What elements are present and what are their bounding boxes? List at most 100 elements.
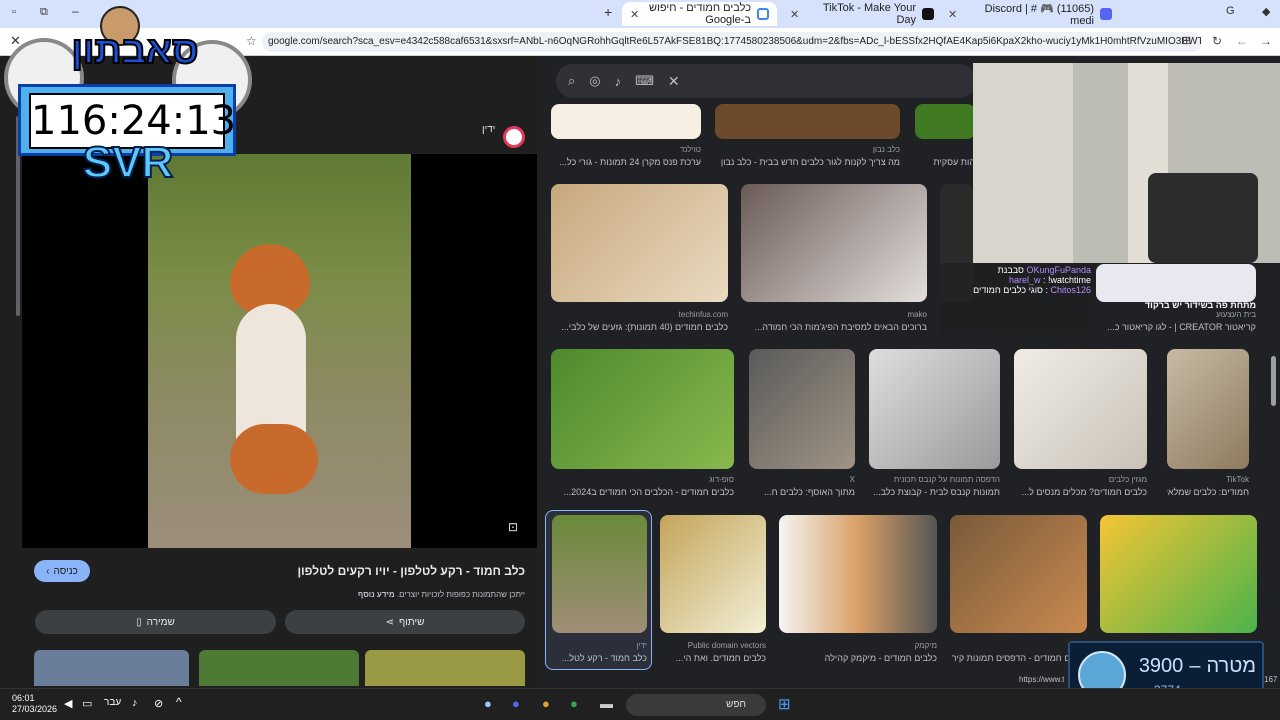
result-source[interactable]: טוילנד xyxy=(551,145,701,154)
clear-icon[interactable]: ✕ xyxy=(668,73,680,90)
result-source[interactable]: TikTok xyxy=(1167,475,1249,484)
steam-icon[interactable]: ● xyxy=(484,696,492,711)
goal-label: מטרה xyxy=(1206,655,1256,677)
windows-start-icon[interactable]: ⊞ xyxy=(778,695,791,713)
copyright-notice: ייתכן שהתמונות כפופות לזכויות יוצרים. מי… xyxy=(200,590,525,599)
result-thumb[interactable] xyxy=(741,184,927,302)
result-thumb[interactable] xyxy=(715,104,900,139)
result-thumb[interactable] xyxy=(1014,349,1147,469)
result-source[interactable]: Public domain vectors xyxy=(660,641,766,650)
result-caption[interactable]: כלבים חמודים (40 תמונות): גזעים של כלבי.… xyxy=(551,322,728,332)
visit-button[interactable]: ‹ כניסה xyxy=(34,560,90,582)
result-source[interactable]: סופ-דוג xyxy=(551,475,734,484)
translate-icon[interactable]: ⊞ xyxy=(1182,34,1191,47)
result-source[interactable]: X xyxy=(749,475,855,484)
close-tab-icon[interactable]: ✕ xyxy=(790,8,799,21)
result-caption[interactable]: כלב חמוד - רקע לטל... xyxy=(552,653,647,663)
result-source[interactable]: mako xyxy=(741,310,927,319)
result-caption[interactable]: קריאטור CREATOR | - לגו קריאטור כ... xyxy=(1096,322,1256,332)
preview-site-name[interactable]: ידין xyxy=(482,124,495,135)
result-thumb[interactable] xyxy=(551,104,701,139)
share-button[interactable]: ⋖ שיתוף xyxy=(285,610,525,634)
bookmark-icon: ▯ xyxy=(136,616,142,628)
result-thumb[interactable] xyxy=(660,515,766,633)
mic-tray-icon[interactable]: ♪ xyxy=(132,697,138,709)
result-thumb[interactable] xyxy=(950,515,1087,633)
site-logo-icon[interactable] xyxy=(503,126,525,148)
mic-icon[interactable]: ♪ xyxy=(615,74,622,89)
result-thumb[interactable] xyxy=(552,515,647,633)
result-caption[interactable]: ערכת פנס מקרן 24 תמונות - גורי כל... xyxy=(551,157,701,167)
language-indicator[interactable]: עבר xyxy=(104,697,121,708)
network-icon[interactable]: ▭ xyxy=(82,697,92,710)
related-image[interactable] xyxy=(365,650,525,686)
discord-icon[interactable]: ● xyxy=(512,696,520,711)
result-thumb[interactable] xyxy=(749,349,855,469)
g-icon[interactable]: G xyxy=(1226,5,1235,17)
scrollbar[interactable] xyxy=(1271,356,1276,406)
search-icon[interactable]: ⌕ xyxy=(568,73,575,89)
result-source[interactable]: הדפסה תמונות על קנבס תכונית xyxy=(869,475,1000,484)
result-source[interactable]: מיקמק xyxy=(779,641,937,650)
related-image[interactable] xyxy=(199,650,359,686)
result-source[interactable]: מגזין כלבים xyxy=(1014,475,1147,484)
system-clock[interactable]: 06:01 27/03/2026 xyxy=(12,693,57,715)
result-thumb[interactable] xyxy=(1096,264,1256,302)
result-thumb[interactable] xyxy=(551,184,728,302)
close-tab-icon[interactable]: ✕ xyxy=(630,8,639,21)
save-label: שמירה xyxy=(146,616,175,628)
chrome-icon[interactable]: ● xyxy=(570,696,578,711)
result-caption[interactable]: ברוכים הבאים למסיבת הפיג'מות הכי חמודה..… xyxy=(741,322,927,332)
close-tab-icon[interactable]: ✕ xyxy=(948,8,957,21)
mute-icon[interactable]: ⊘ xyxy=(154,697,163,710)
result-source[interactable]: לד xyxy=(950,641,1087,650)
new-tab-button[interactable]: + xyxy=(604,4,612,20)
chat-user: harel_w xyxy=(1008,275,1041,285)
result-caption[interactable]: חמודים: כלבים שמלאי... xyxy=(1167,487,1249,497)
result-caption[interactable]: כלבים חמודים - מיקמק קהילה xyxy=(779,653,937,663)
corgi-image[interactable] xyxy=(148,154,411,548)
result-thumb[interactable] xyxy=(1167,349,1249,469)
lens-icon[interactable]: ◎ xyxy=(589,73,600,89)
preview-title[interactable]: כלב חמוד - רקע לטלפון - יויו רקעים לטלפו… xyxy=(200,564,525,578)
tab-google-search[interactable]: כלבים חמודים - חיפוש ב-Google ✕ xyxy=(622,2,777,26)
result-caption[interactable]: כלבים חמודים - הכלבים הכי חמודים ב2024..… xyxy=(551,487,734,497)
result-caption[interactable]: הות עסקית xyxy=(915,157,975,167)
stream-logo-text: סאבתון xyxy=(71,29,200,73)
result-caption[interactable]: כלבים חמודים? מכלים מנסים ל... xyxy=(1014,487,1147,497)
image-search-bar[interactable]: ⌕ ◎ ♪ ⌨ ✕ xyxy=(556,64,976,98)
result-caption[interactable]: תמונות קנבס לבית - קבוצת כלב... xyxy=(869,487,1000,497)
forward-icon[interactable]: ← xyxy=(1236,34,1248,48)
reload-icon[interactable]: ↻ xyxy=(1212,34,1222,48)
result-thumb[interactable] xyxy=(1100,515,1257,633)
result-source[interactable]: כלב נבון xyxy=(715,145,900,154)
result-thumb[interactable] xyxy=(915,104,975,139)
keyboard-icon[interactable]: ⌨ xyxy=(635,73,654,89)
file-explorer-icon[interactable]: ▬ xyxy=(600,696,613,711)
result-thumb[interactable] xyxy=(869,349,1000,469)
result-caption[interactable]: מה צריך לקנות לגור כלבים חדש בבית - כלב … xyxy=(715,157,900,167)
share-icon: ⋖ xyxy=(385,616,394,628)
tray-expand-icon[interactable]: ^ xyxy=(176,695,182,709)
tab-tiktok[interactable]: TikTok - Make Your Day ✕ xyxy=(782,2,942,26)
result-caption[interactable]: כלבים חמודים - הדפסים תמונות קיר פוס... xyxy=(950,653,1087,663)
tab-discord[interactable]: (11065) Discord | # 🎮 medi ✕ xyxy=(940,2,1120,27)
result-caption[interactable]: כלבים חמודים. ואת הי... xyxy=(660,653,766,663)
volume-icon[interactable]: ◀ xyxy=(64,697,72,710)
result-thumb[interactable] xyxy=(551,349,734,469)
result-source[interactable]: techinfus.com xyxy=(551,310,728,319)
result-caption[interactable]: מתוך האוסף: כלבים ח... xyxy=(749,487,855,497)
taskbar-search[interactable]: חפש xyxy=(626,694,766,716)
lens-search-icon[interactable]: ⊡ xyxy=(508,520,518,534)
tab-title: כלבים חמודים - חיפוש ב-Google xyxy=(649,2,751,26)
forward-arrow-icon[interactable]: → xyxy=(1260,34,1272,48)
url-field[interactable]: google.com/search?sca_esv=e4342c588caf65… xyxy=(262,32,1202,52)
related-image[interactable] xyxy=(34,650,189,686)
result-source[interactable]: בית העצעוע xyxy=(1096,310,1256,319)
result-source[interactable]: ידין xyxy=(552,641,647,650)
learn-more-link[interactable]: מידע נוסף xyxy=(358,590,395,599)
app-icon[interactable]: ● xyxy=(542,696,550,711)
result-thumb[interactable] xyxy=(779,515,937,633)
extension-icon[interactable]: ◆ xyxy=(1262,5,1270,18)
save-button[interactable]: ▯ שמירה xyxy=(35,610,276,634)
